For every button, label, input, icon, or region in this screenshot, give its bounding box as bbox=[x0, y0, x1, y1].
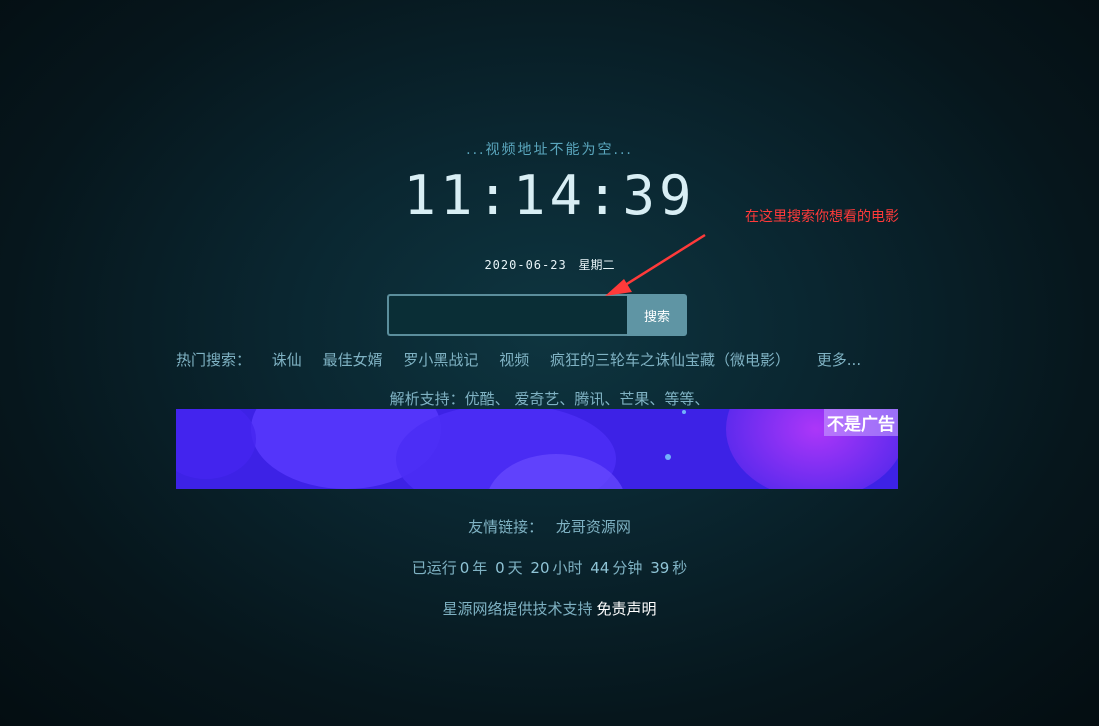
friend-links: 友情链接： 龙哥资源网 bbox=[0, 516, 1099, 537]
banner-art bbox=[176, 409, 898, 489]
footer: 星源网络提供技术支持 免责声明 bbox=[0, 598, 1099, 619]
hot-search-item[interactable]: 视频 bbox=[499, 351, 529, 369]
hot-search-bar: 热门搜索： 诛仙 最佳女婿 罗小黑战记 视频 疯狂的三轮车之诛仙宝藏（微电影） … bbox=[176, 349, 861, 370]
search-input[interactable] bbox=[387, 294, 627, 336]
friend-links-label: 友情链接： bbox=[468, 518, 544, 536]
annotation-text: 在这里搜索你想看的电影 bbox=[745, 209, 899, 225]
hot-search-item[interactable]: 最佳女婿 bbox=[323, 351, 383, 369]
runtime-minutes: 44 bbox=[590, 559, 610, 577]
more-link[interactable]: 更多... bbox=[817, 351, 861, 369]
clock-display: 11:14:39 bbox=[403, 164, 696, 227]
runtime-display: 已运行 0 年 0天 20 小时 44 分钟 39 秒 bbox=[0, 557, 1099, 578]
date-value: 2020-06-23 bbox=[484, 258, 567, 272]
runtime-days-unit: 天 bbox=[507, 559, 523, 577]
runtime-hours: 20 bbox=[530, 559, 550, 577]
banner-tag: 不是广告 bbox=[824, 409, 898, 436]
disclaimer-link[interactable]: 免责声明 bbox=[597, 600, 657, 618]
runtime-days: 0 bbox=[495, 559, 505, 577]
footer-text: 星源网络提供技术支持 bbox=[442, 600, 593, 618]
friend-link[interactable]: 龙哥资源网 bbox=[556, 518, 631, 536]
runtime-minutes-unit: 分钟 bbox=[612, 559, 643, 577]
runtime-seconds-unit: 秒 bbox=[672, 559, 688, 577]
hot-search-item[interactable]: 罗小黑战记 bbox=[403, 351, 478, 369]
date-display: 2020-06-23 星期二 bbox=[0, 256, 1099, 273]
runtime-years-unit: 年 bbox=[472, 559, 488, 577]
weekday-value: 星期二 bbox=[578, 258, 615, 272]
runtime-prefix: 已运行 bbox=[411, 559, 457, 577]
search-bar: 搜索 bbox=[387, 294, 687, 336]
hot-search-item[interactable]: 诛仙 bbox=[272, 351, 302, 369]
runtime-years: 0 bbox=[459, 559, 470, 577]
hot-search-label: 热门搜索： bbox=[176, 351, 252, 369]
parse-support-text: 解析支持：优酷、 爱奇艺、腾讯、芒果、等等、 bbox=[389, 390, 710, 408]
hot-search-item[interactable]: 疯狂的三轮车之诛仙宝藏（微电影） bbox=[550, 351, 790, 369]
status-message: ...视频地址不能为空... bbox=[466, 142, 633, 158]
runtime-hours-unit: 小时 bbox=[552, 559, 583, 577]
runtime-seconds: 39 bbox=[650, 559, 670, 577]
search-button[interactable]: 搜索 bbox=[627, 294, 687, 336]
banner-image[interactable]: 不是广告 bbox=[176, 409, 898, 489]
